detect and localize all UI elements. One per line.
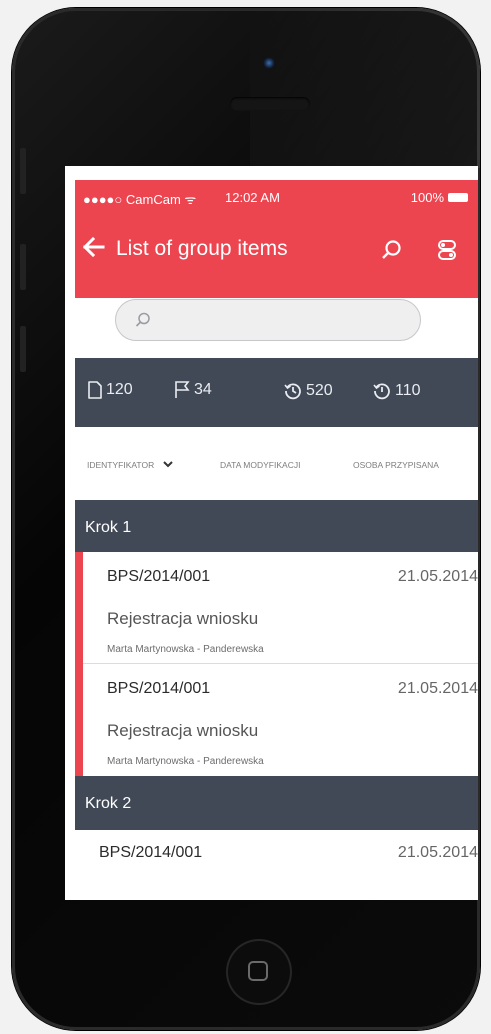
stat-history-1[interactable]: 520 bbox=[283, 381, 333, 401]
list-item[interactable]: BPS/2014/001 21.05.2014 bbox=[75, 830, 478, 900]
battery-percent: 100% bbox=[410, 190, 444, 205]
item-name: Rejestracja wniosku bbox=[107, 721, 259, 740]
arrow-left-icon[interactable] bbox=[82, 236, 105, 262]
battery-icon bbox=[448, 193, 468, 202]
status-bar: ●●●●○ CamCam ᯤ 12:02 AM 100% bbox=[75, 180, 478, 214]
search-icon[interactable] bbox=[380, 238, 404, 267]
group-label: Krok 2 bbox=[85, 795, 132, 812]
carrier-label: ●●●●○ CamCam ᯤ bbox=[83, 192, 197, 207]
volume-up-button bbox=[20, 244, 26, 290]
sort-bar: IDENTYFIKATOR DATA MODYFIKACJI OSOBA PRZ… bbox=[75, 441, 478, 487]
page-title: List of group items bbox=[116, 237, 288, 260]
clock: 12:02 AM bbox=[225, 190, 280, 205]
title-bar: List of group items bbox=[75, 214, 478, 298]
list-item[interactable]: BPS/2014/001 21.05.2014 Rejestracja wnio… bbox=[75, 664, 478, 776]
stat-flags[interactable]: 34 bbox=[173, 381, 212, 399]
group-header: Krok 1 bbox=[75, 500, 478, 552]
sort-label: IDENTYFIKATOR bbox=[87, 460, 155, 470]
front-camera bbox=[263, 57, 275, 69]
stat-value: 110 bbox=[395, 382, 421, 399]
item-code: BPS/2014/001 bbox=[107, 568, 211, 585]
flag-icon bbox=[175, 381, 190, 398]
app-screen: ●●●●○ CamCam ᯤ 12:02 AM 100% List of gro… bbox=[65, 166, 478, 900]
stat-value: 520 bbox=[306, 382, 333, 399]
item-code: BPS/2014/001 bbox=[107, 680, 211, 697]
sort-by-person[interactable]: OSOBA PRZYPISANA bbox=[353, 460, 439, 470]
group-label: Krok 1 bbox=[85, 519, 132, 536]
item-date: 21.05.2014 bbox=[397, 844, 478, 861]
stat-documents[interactable]: 120 bbox=[87, 381, 133, 399]
app-header: ●●●●○ CamCam ᯤ 12:02 AM 100% List of gro… bbox=[75, 180, 478, 298]
item-code: BPS/2014/001 bbox=[99, 844, 203, 861]
stat-value: 120 bbox=[106, 381, 133, 398]
earpiece-speaker bbox=[230, 97, 310, 111]
search-field[interactable] bbox=[115, 299, 421, 341]
chevron-down-icon bbox=[162, 461, 173, 468]
history-icon bbox=[373, 383, 390, 400]
sort-by-id[interactable]: IDENTYFIKATOR bbox=[87, 460, 173, 470]
search-input[interactable] bbox=[160, 308, 404, 334]
item-date: 21.05.2014 bbox=[397, 680, 478, 697]
toggle-view-icon[interactable] bbox=[435, 238, 459, 267]
item-name: Rejestracja wniosku bbox=[107, 609, 259, 628]
stat-value: 34 bbox=[194, 381, 212, 398]
item-person: Marta Martynowska - Panderewska bbox=[107, 644, 264, 655]
stats-bar: 120 34 520 110 bbox=[75, 358, 478, 427]
volume-down-button bbox=[20, 326, 26, 372]
group-header: Krok 2 bbox=[75, 776, 478, 830]
item-person: Marta Martynowska - Panderewska bbox=[107, 756, 264, 767]
home-button[interactable] bbox=[226, 939, 292, 1005]
list-item[interactable]: BPS/2014/001 21.05.2014 Rejestracja wnio… bbox=[75, 552, 478, 664]
search-icon bbox=[134, 311, 152, 334]
history-icon bbox=[284, 383, 301, 400]
sort-by-date[interactable]: DATA MODYFIKACJI bbox=[220, 460, 300, 470]
phone-frame: ●●●●○ CamCam ᯤ 12:02 AM 100% List of gro… bbox=[12, 8, 480, 1030]
item-date: 21.05.2014 bbox=[397, 568, 478, 585]
phone-glare bbox=[250, 8, 480, 168]
battery-indicator: 100% bbox=[411, 190, 468, 205]
mute-switch bbox=[20, 148, 26, 194]
stat-history-2[interactable]: 110 bbox=[372, 381, 421, 401]
document-icon bbox=[88, 381, 102, 399]
